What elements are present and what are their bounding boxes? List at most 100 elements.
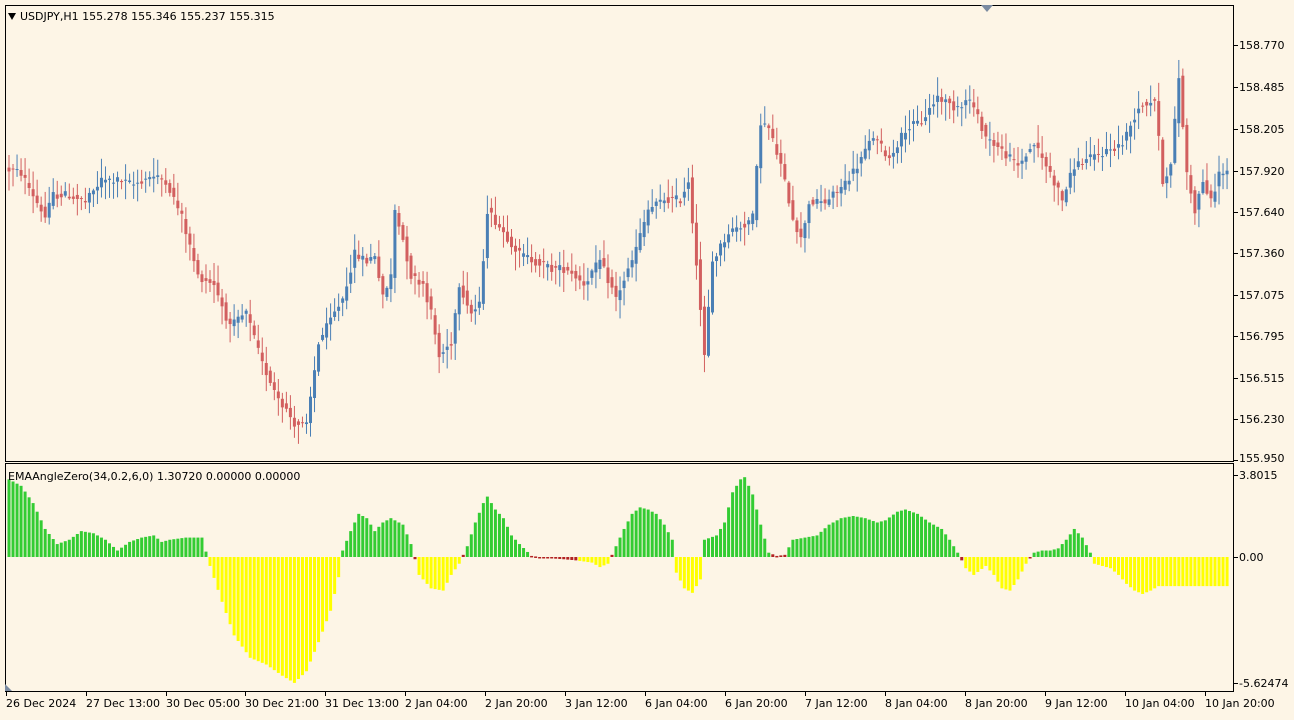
- histogram-bar: [960, 557, 964, 561]
- histogram-bar: [586, 557, 590, 563]
- histogram-bar: [493, 509, 497, 557]
- histogram-bar: [682, 557, 686, 589]
- histogram-bar: [566, 557, 570, 560]
- histogram-bar: [887, 517, 891, 557]
- histogram-bar: [120, 547, 124, 557]
- histogram-bar: [678, 557, 682, 581]
- histogram-bar: [1092, 557, 1096, 564]
- histogram-bar: [855, 516, 859, 557]
- time-axis-label: 6 Jan 04:00: [645, 697, 708, 710]
- histogram-bar: [634, 510, 638, 557]
- histogram-bar: [1104, 557, 1108, 568]
- time-axis-label: 8 Jan 20:00: [965, 697, 1028, 710]
- collapse-triangle-icon[interactable]: [8, 12, 16, 20]
- histogram-bar: [276, 557, 280, 673]
- time-tick: [1045, 692, 1046, 696]
- histogram-bar: [622, 528, 626, 557]
- price-tick: [1234, 378, 1238, 379]
- histogram-bar: [711, 536, 714, 557]
- histogram-bar: [232, 557, 236, 636]
- histogram-bar: [1177, 557, 1181, 587]
- histogram-bar: [465, 546, 469, 557]
- time-tick: [645, 692, 646, 696]
- histogram-bar: [144, 536, 148, 557]
- price-axis-label: 158.205: [1239, 123, 1285, 136]
- histogram-bar: [116, 550, 120, 557]
- histogram-bar: [538, 557, 542, 559]
- histogram-bar: [208, 557, 212, 566]
- histogram-bar: [99, 537, 103, 557]
- histogram-bar: [216, 557, 220, 590]
- histogram-bar: [895, 511, 899, 557]
- histogram-bar: [91, 533, 95, 557]
- histogram-bar: [284, 557, 288, 679]
- histogram-bar: [180, 538, 184, 557]
- histogram-bar: [160, 541, 164, 557]
- histogram-bar: [401, 524, 405, 557]
- histogram-bar: [972, 557, 976, 575]
- time-tick: [805, 692, 806, 696]
- histogram-bar: [932, 524, 936, 557]
- histogram-bar: [574, 557, 578, 561]
- histogram-bar: [787, 547, 791, 557]
- scroll-corner-icon[interactable]: [5, 684, 12, 691]
- time-axis-label: 31 Dec 13:00: [325, 697, 399, 710]
- time-axis-label: 10 Jan 20:00: [1205, 697, 1275, 710]
- price-tick: [1234, 171, 1238, 172]
- price-axis-label: 157.075: [1239, 289, 1285, 302]
- histogram-bar: [944, 534, 948, 557]
- histogram-bar: [1197, 557, 1201, 587]
- histogram-bar: [341, 550, 345, 557]
- histogram-bar: [928, 522, 932, 557]
- histogram-bar: [690, 557, 694, 593]
- histogram-bar: [172, 539, 176, 557]
- histogram-bar: [964, 557, 968, 569]
- time-tick: [6, 692, 7, 696]
- histogram-bar: [377, 526, 381, 557]
- histogram-bar: [522, 548, 526, 557]
- histogram-bar: [264, 557, 268, 665]
- histogram-bar: [497, 513, 501, 557]
- histogram-bar: [212, 557, 216, 578]
- chart-shift-marker-icon[interactable]: [981, 5, 993, 12]
- histogram-bar: [1020, 557, 1024, 572]
- histogram-bar: [1076, 533, 1080, 557]
- histogram-bar: [755, 509, 759, 557]
- histogram-bar: [365, 518, 369, 557]
- histogram-bar: [79, 531, 83, 557]
- histogram-bar: [578, 557, 582, 561]
- histogram-bar: [280, 557, 284, 676]
- time-tick: [166, 692, 167, 696]
- time-tick: [565, 692, 566, 696]
- histogram-bar: [582, 557, 586, 562]
- histogram-bar: [1157, 557, 1161, 587]
- time-tick: [245, 692, 246, 696]
- histogram-bar: [461, 554, 465, 557]
- histogram-bar: [1169, 557, 1173, 587]
- histogram-bar: [912, 512, 915, 557]
- histogram-bar: [1165, 557, 1169, 587]
- histogram-bar: [706, 538, 710, 557]
- histogram-bar: [136, 539, 140, 557]
- histogram-bar: [662, 524, 666, 557]
- histogram-bar: [968, 557, 972, 572]
- histogram-bar: [867, 519, 871, 557]
- symbol-info-label: USDJPY,H1 155.278 155.346 155.237 155.31…: [8, 10, 275, 23]
- histogram-bar: [1149, 557, 1153, 591]
- histogram-bar: [449, 557, 453, 575]
- price-axis-label: 157.920: [1239, 165, 1285, 178]
- histogram-bar: [71, 536, 75, 557]
- histogram-bar: [1088, 552, 1092, 557]
- histogram-bar: [248, 557, 252, 658]
- histogram-bar: [920, 516, 924, 557]
- histogram-bar: [184, 537, 188, 557]
- histogram-bar: [811, 536, 815, 557]
- chart-window[interactable]: USDJPY,H1 155.278 155.346 155.237 155.31…: [0, 0, 1294, 720]
- histogram-bar: [650, 511, 654, 557]
- histogram-bar: [7, 479, 11, 557]
- histogram-bar: [996, 557, 1000, 582]
- histogram-bar: [55, 544, 59, 557]
- histogram-bar: [534, 556, 538, 558]
- indicator-tick: [1234, 475, 1238, 476]
- histogram-bar: [835, 520, 839, 557]
